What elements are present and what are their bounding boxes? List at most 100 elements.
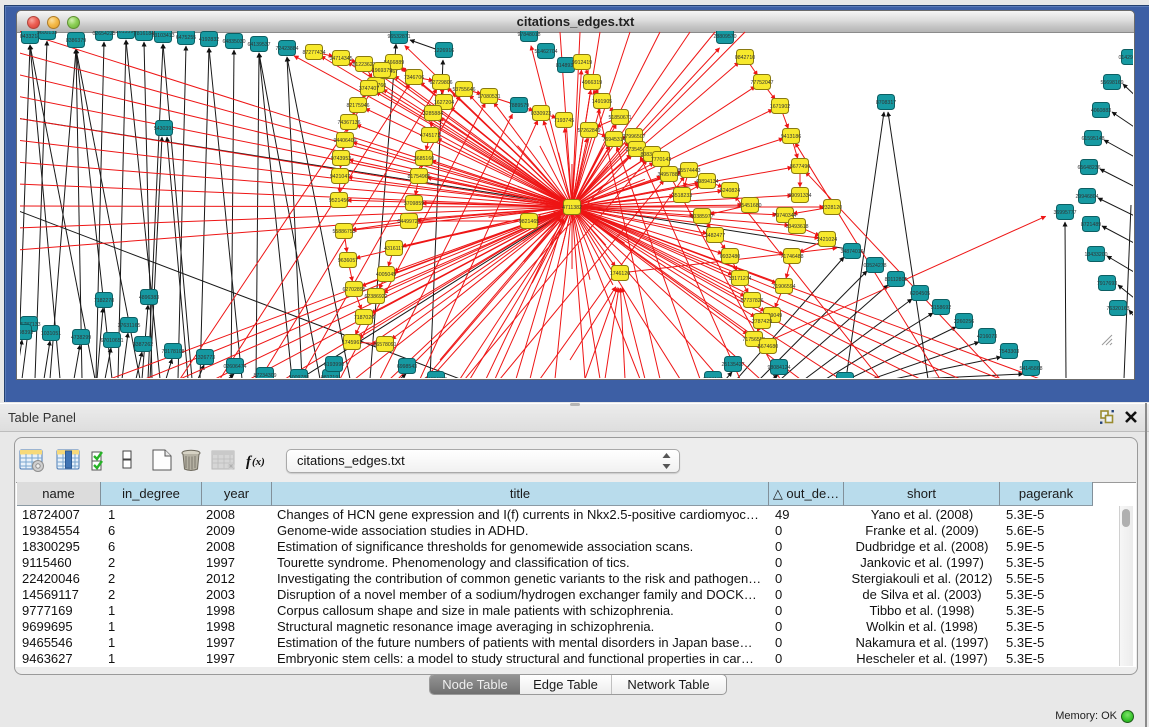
svg-text:81754965: 81754965 xyxy=(407,174,430,180)
svg-text:04499727: 04499727 xyxy=(397,219,420,225)
svg-text:7917693: 7917693 xyxy=(1097,281,1117,287)
svg-text:9413186: 9413186 xyxy=(781,134,801,140)
svg-text:2421024: 2421024 xyxy=(817,237,837,243)
svg-text:57262849: 57262849 xyxy=(577,128,600,134)
svg-text:37631165: 37631165 xyxy=(118,323,141,329)
svg-text:1226916: 1226916 xyxy=(434,48,454,54)
svg-text:36995777: 36995777 xyxy=(1053,210,1076,216)
svg-text:1745961: 1745961 xyxy=(342,340,362,346)
svg-text:7187026: 7187026 xyxy=(354,315,374,321)
svg-text:7543303: 7543303 xyxy=(999,349,1019,355)
svg-text:7182278: 7182278 xyxy=(94,298,114,304)
svg-text:0812191: 0812191 xyxy=(321,375,341,378)
svg-text:3482477: 3482477 xyxy=(705,233,725,239)
svg-text:1031051: 1031051 xyxy=(41,331,61,337)
svg-text:4192832: 4192832 xyxy=(199,37,219,43)
svg-text:85574443: 85574443 xyxy=(677,168,700,174)
svg-text:51462704: 51462704 xyxy=(534,49,557,55)
svg-text:5009788: 5009788 xyxy=(289,375,309,378)
svg-text:49894134: 49894134 xyxy=(695,179,718,185)
svg-text:9912419: 9912419 xyxy=(572,60,592,66)
svg-text:17080531: 17080531 xyxy=(477,94,500,100)
svg-text:86578091: 86578091 xyxy=(373,342,396,348)
svg-text:8708317: 8708317 xyxy=(876,100,896,106)
svg-text:3518233: 3518233 xyxy=(672,193,692,199)
svg-text:4745171: 4745171 xyxy=(420,133,440,139)
svg-text:80112805: 80112805 xyxy=(885,277,908,283)
svg-text:00524278: 00524278 xyxy=(863,263,886,269)
svg-text:51850671: 51850671 xyxy=(608,115,631,121)
svg-text:97848018: 97848018 xyxy=(517,32,540,38)
svg-text:74367136: 74367136 xyxy=(337,120,360,126)
svg-text:25135427: 25135427 xyxy=(721,362,744,368)
svg-text:87277434: 87277434 xyxy=(302,50,325,56)
svg-text:96532871: 96532871 xyxy=(387,34,410,40)
svg-text:13493618: 13493618 xyxy=(785,224,808,230)
svg-text:4060883: 4060883 xyxy=(1091,108,1111,114)
svg-text:9421047: 9421047 xyxy=(330,174,350,180)
svg-text:7193745: 7193745 xyxy=(554,118,574,124)
svg-text:7991183: 7991183 xyxy=(703,377,723,378)
svg-text:6998543: 6998543 xyxy=(397,364,417,370)
svg-text:29946804: 29946804 xyxy=(1075,194,1098,200)
svg-text:28809570: 28809570 xyxy=(713,34,736,40)
svg-text:2328120: 2328120 xyxy=(822,205,842,211)
svg-text:4738299: 4738299 xyxy=(71,335,91,341)
svg-text:9636057: 9636057 xyxy=(338,258,358,264)
svg-text:4216073: 4216073 xyxy=(977,334,997,340)
svg-text:62702895: 62702895 xyxy=(342,287,365,293)
svg-text:02654235: 02654235 xyxy=(92,31,115,37)
svg-text:77752047: 77752047 xyxy=(750,80,773,86)
svg-text:34874016: 34874016 xyxy=(840,249,863,255)
svg-text:(x): (x) xyxy=(252,456,265,468)
svg-text:1491905: 1491905 xyxy=(592,99,612,105)
svg-text:0932480: 0932480 xyxy=(720,254,740,260)
svg-text:61595148: 61595148 xyxy=(1081,136,1104,142)
svg-text:2260256: 2260256 xyxy=(954,319,974,325)
svg-text:6193990: 6193990 xyxy=(324,362,344,368)
svg-text:9821465: 9821465 xyxy=(519,219,539,225)
svg-text:94406409: 94406409 xyxy=(333,138,356,144)
svg-text:4005045: 4005045 xyxy=(376,272,396,278)
svg-text:76320163: 76320163 xyxy=(1106,306,1129,312)
svg-text:62386922: 62386922 xyxy=(364,294,387,300)
svg-text:13433200: 13433200 xyxy=(1084,252,1107,258)
svg-text:71746488: 71746488 xyxy=(780,254,803,260)
svg-text:34714345: 34714345 xyxy=(329,56,352,62)
svg-text:9600133: 9600133 xyxy=(37,31,57,36)
svg-text:8677496: 8677496 xyxy=(790,164,810,170)
svg-text:65648236: 65648236 xyxy=(1077,165,1100,171)
svg-text:87234309: 87234309 xyxy=(253,373,276,378)
svg-text:54145868: 54145868 xyxy=(1019,366,1042,372)
svg-text:7346706: 7346706 xyxy=(404,75,424,81)
svg-text:15451680: 15451680 xyxy=(738,203,761,209)
svg-text:5240824: 5240824 xyxy=(720,188,740,194)
svg-text:1671902: 1671902 xyxy=(770,104,790,110)
svg-text:0842710: 0842710 xyxy=(735,55,755,61)
svg-text:1969379: 1969379 xyxy=(372,68,392,74)
svg-text:67737826: 67737826 xyxy=(740,298,763,304)
svg-text:55886753: 55886753 xyxy=(332,229,355,235)
svg-text:8386379: 8386379 xyxy=(66,38,86,44)
svg-text:64139537: 64139537 xyxy=(247,42,270,48)
svg-text:3158692: 3158692 xyxy=(931,305,951,311)
svg-text:5674680: 5674680 xyxy=(758,344,778,350)
svg-text:2787429: 2787429 xyxy=(752,319,772,325)
svg-text:67010651: 67010651 xyxy=(100,338,123,344)
svg-text:99091334: 99091334 xyxy=(788,193,811,199)
svg-text:7889579: 7889579 xyxy=(509,103,529,109)
svg-text:71906594: 71906594 xyxy=(772,284,795,290)
svg-text:64835030: 64835030 xyxy=(222,39,245,45)
svg-text:7770143: 7770143 xyxy=(651,157,671,163)
svg-text:4316117: 4316117 xyxy=(384,246,404,252)
svg-text:60385977: 60385977 xyxy=(690,214,713,220)
svg-text:55698169: 55698169 xyxy=(1100,80,1123,86)
svg-text:8721489: 8721489 xyxy=(1081,222,1101,228)
svg-text:4896383: 4896383 xyxy=(139,295,159,301)
svg-text:9743953: 9743953 xyxy=(331,156,351,162)
svg-text:4966319: 4966319 xyxy=(582,80,602,86)
svg-text:62729806: 62729806 xyxy=(429,80,452,86)
svg-text:1326773: 1326773 xyxy=(195,355,215,361)
svg-text:6204505: 6204505 xyxy=(910,291,930,297)
svg-text:3387262: 3387262 xyxy=(133,342,153,348)
